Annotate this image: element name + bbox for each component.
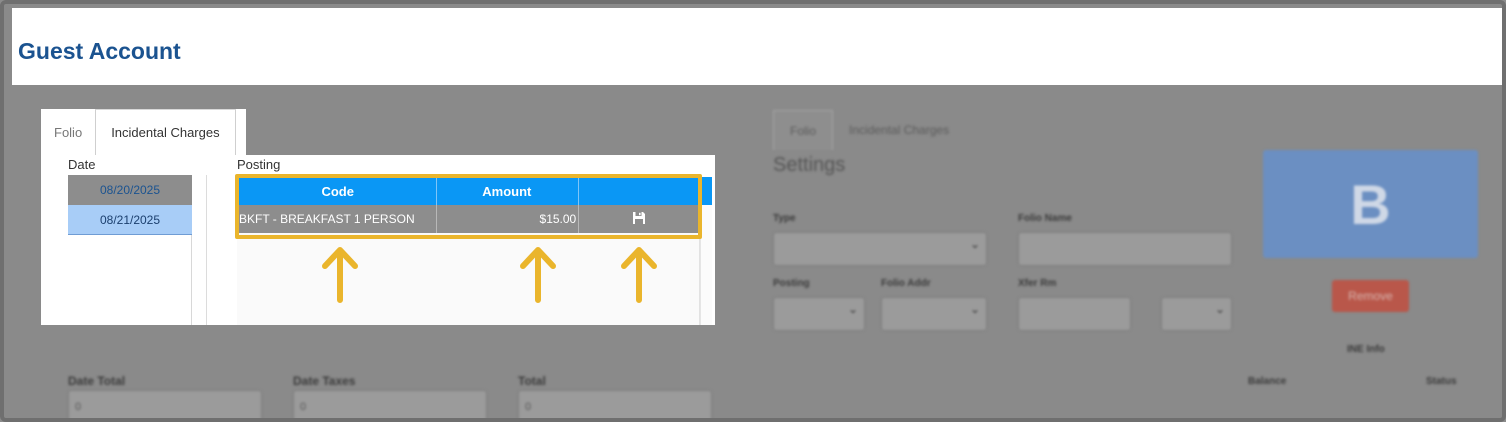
tab-folio[interactable]: Folio bbox=[41, 109, 96, 155]
xfer-select[interactable] bbox=[1161, 297, 1232, 331]
arrow-up-icon bbox=[520, 247, 556, 303]
date-taxes-label: Date Taxes bbox=[293, 374, 356, 388]
app-window: Folio Incidental Charges Settings Type F… bbox=[0, 0, 1506, 422]
posting-column-header: Posting bbox=[237, 157, 281, 172]
balance-label: Balance bbox=[1248, 376, 1287, 387]
page-header: Guest Account bbox=[12, 8, 1502, 85]
grid-scrollbar[interactable] bbox=[700, 205, 712, 325]
date-item[interactable]: 08/20/2025 bbox=[68, 175, 192, 205]
panel-tabs: Folio Incidental Charges bbox=[41, 109, 236, 155]
folio-name-label: Folio Name bbox=[1018, 213, 1072, 224]
bg-tab-folio[interactable]: Folio bbox=[773, 110, 834, 150]
divider bbox=[206, 175, 207, 325]
action-column-header bbox=[578, 177, 700, 205]
page-title: Guest Account bbox=[18, 38, 181, 64]
table-row[interactable]: BKFT - BREAKFAST 1 PERSON $15.00 bbox=[237, 205, 700, 233]
date-column-header: Date bbox=[68, 157, 96, 172]
status-label: Status bbox=[1426, 376, 1457, 387]
xfer-rm-label: Xfer Rm bbox=[1018, 278, 1057, 289]
code-cell[interactable]: BKFT - BREAKFAST 1 PERSON bbox=[237, 205, 438, 233]
arrow-up-icon bbox=[621, 247, 657, 303]
type-label: Type bbox=[773, 213, 796, 224]
date-total-label: Date Total bbox=[68, 374, 126, 388]
total-label: Total bbox=[518, 374, 546, 388]
save-cell bbox=[578, 205, 700, 233]
posting-select[interactable] bbox=[773, 297, 865, 331]
ine-info-label: INE Info bbox=[1347, 344, 1385, 355]
incidental-charges-panel: Folio Incidental Charges Date Posting 08… bbox=[41, 109, 715, 325]
tab-incidental-charges[interactable]: Incidental Charges bbox=[95, 109, 236, 155]
folio-addr-label: Folio Addr bbox=[881, 278, 931, 289]
remove-button[interactable]: Remove bbox=[1332, 280, 1409, 312]
save-icon[interactable] bbox=[631, 211, 647, 229]
type-select[interactable] bbox=[773, 232, 987, 266]
bg-tabs: Folio Incidental Charges bbox=[773, 110, 965, 150]
date-list: 08/20/2025 08/21/2025 bbox=[68, 175, 192, 325]
bg-tab-incidental[interactable]: Incidental Charges bbox=[833, 110, 965, 150]
date-item-selected[interactable]: 08/21/2025 bbox=[68, 205, 192, 235]
folio-name-input[interactable] bbox=[1018, 232, 1232, 266]
date-total-field: 0 bbox=[68, 390, 262, 418]
date-taxes-field: 0 bbox=[293, 390, 487, 418]
avatar: B bbox=[1263, 150, 1478, 258]
table-header-row: Code Amount bbox=[237, 177, 700, 205]
code-column-header[interactable]: Code bbox=[237, 177, 438, 205]
grid-header-tail bbox=[700, 177, 712, 205]
total-field: 0 bbox=[518, 390, 712, 418]
settings-title: Settings bbox=[773, 154, 846, 176]
xfer-rm-input[interactable] bbox=[1018, 297, 1131, 331]
posting-table: Code Amount BKFT - BREAKFAST 1 PERSON $1… bbox=[237, 177, 700, 233]
arrow-up-icon bbox=[322, 247, 358, 303]
posting-label: Posting bbox=[773, 278, 810, 289]
amount-column-header[interactable]: Amount bbox=[436, 177, 580, 205]
folio-addr-select[interactable] bbox=[881, 297, 987, 331]
amount-cell[interactable]: $15.00 bbox=[436, 205, 580, 233]
panel-tab-gap bbox=[246, 109, 715, 155]
